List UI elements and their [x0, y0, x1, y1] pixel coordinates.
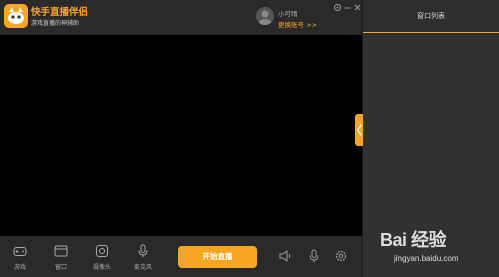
window-settings-button[interactable]: [333, 3, 342, 12]
watermark: Bai 经验 jingyan.baidu.com: [380, 226, 499, 277]
app-window: 快手直播伴侣 游戏直播的神辅助 小可晴 更换账号 >> 游戏 窗口 摄像头 麦克…: [0, 0, 499, 277]
tool-window-button[interactable]: 窗口: [44, 242, 78, 274]
microphone-icon: [138, 244, 148, 257]
switch-account-link[interactable]: 更换账号 >>: [278, 19, 317, 29]
tool-game-label: 游戏: [13, 264, 26, 271]
close-icon: [354, 4, 361, 11]
chevron-left-icon: [356, 124, 362, 136]
header-bar: 快手直播伴侣 游戏直播的神辅助 小可晴 更换账号 >>: [0, 0, 362, 34]
user-name: 小可晴: [278, 10, 298, 18]
speaker-icon: [279, 250, 291, 262]
gear-icon: [334, 4, 341, 11]
settings-button[interactable]: [334, 248, 348, 264]
watermark-url: jingyan.baidu.com: [394, 254, 459, 263]
app-subtitle: 游戏直播的神辅助: [31, 20, 80, 27]
speaker-button[interactable]: [278, 248, 292, 264]
tool-camera-label: 摄像头: [92, 264, 111, 271]
window-close-button[interactable]: [353, 3, 362, 12]
tool-window-label: 窗口: [54, 264, 67, 271]
avatar[interactable]: [256, 7, 274, 25]
app-logo-icon: [4, 4, 28, 28]
gear-icon: [335, 250, 347, 262]
tool-game-button[interactable]: 游戏: [3, 242, 37, 274]
tool-microphone-label: 麦克风: [133, 264, 152, 271]
window-minimize-button[interactable]: [343, 3, 352, 12]
watermark-logo: Bai 经验: [380, 230, 447, 250]
window-icon: [54, 245, 68, 257]
user-icon: [259, 10, 271, 25]
gamepad-icon: [13, 247, 27, 256]
minus-icon: [344, 7, 351, 9]
main-pane: 快手直播伴侣 游戏直播的神辅助 小可晴 更换账号 >> 游戏 窗口 摄像头 麦克…: [0, 0, 362, 277]
start-live-button[interactable]: 开始直播: [178, 246, 257, 268]
mic-toggle-button[interactable]: [307, 248, 321, 264]
app-title: 快手直播伴侣: [31, 7, 89, 18]
camera-icon: [96, 245, 108, 257]
microphone-icon: [309, 249, 319, 263]
side-panel-header: 窗口列表: [363, 0, 499, 33]
live-preview: [0, 35, 362, 236]
side-panel-title: 窗口列表: [417, 12, 445, 20]
tool-camera-button[interactable]: 摄像头: [85, 242, 119, 274]
tool-microphone-button[interactable]: 麦克风: [126, 242, 160, 274]
